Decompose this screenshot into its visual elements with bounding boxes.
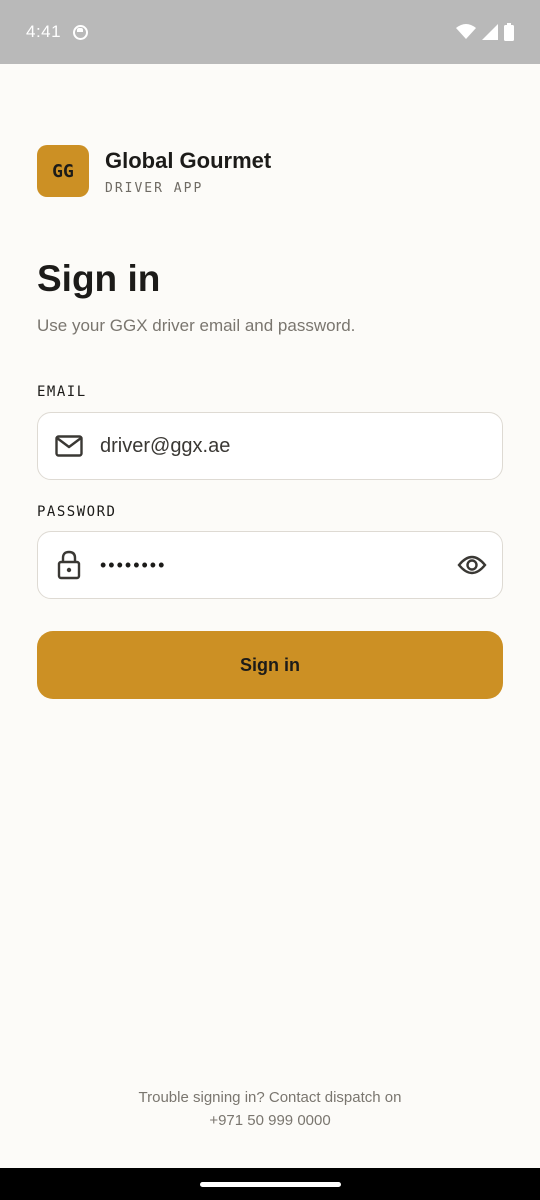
email-field-container[interactable] (37, 412, 503, 480)
brand-subtitle: DRIVER APP (105, 180, 204, 196)
sign-in-button[interactable]: Sign in (37, 631, 503, 699)
password-field-container[interactable] (37, 531, 503, 599)
battery-icon (504, 23, 514, 41)
brand-logo: GG (37, 145, 89, 197)
email-field[interactable] (100, 434, 502, 458)
notification-icon (73, 24, 89, 40)
password-label: PASSWORD (37, 504, 117, 520)
brand-name: Global Gourmet (105, 147, 272, 173)
navigation-bar (0, 1168, 540, 1200)
status-bar: 4:41 (0, 0, 540, 64)
home-handle[interactable] (200, 1182, 341, 1187)
help-line: Trouble signing in? Contact dispatch on (138, 1089, 402, 1106)
brand-header: GG Global Gourmet DRIVER APP (37, 145, 271, 197)
lock-icon (54, 550, 84, 580)
status-icons (456, 23, 514, 41)
eye-icon[interactable] (450, 543, 494, 587)
page-title: Sign in (37, 258, 161, 299)
dispatch-phone-link[interactable]: +971 50 999 0000 (0, 1109, 540, 1132)
mail-icon (54, 431, 84, 461)
password-field[interactable] (100, 554, 450, 576)
page-subtitle: Use your GGX driver email and password. (37, 316, 356, 335)
email-label: EMAIL (37, 384, 87, 400)
help-text: Trouble signing in? Contact dispatch on … (0, 1086, 540, 1132)
signal-icon (482, 24, 498, 40)
wifi-icon (456, 24, 476, 39)
status-time: 4:41 (26, 22, 62, 41)
